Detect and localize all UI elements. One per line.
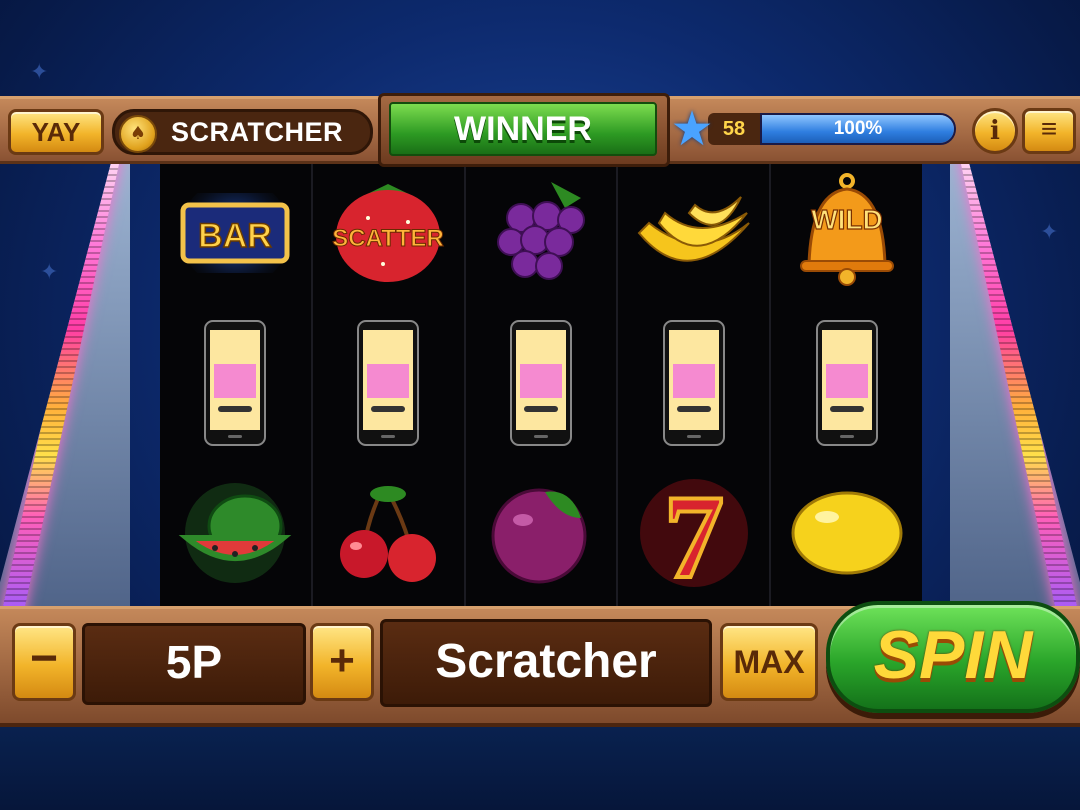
phone-scratcher-symbol — [509, 320, 572, 446]
sparkle-icon: ✦ — [1040, 220, 1059, 245]
reel-grid: BAR SCATTER 7 WILD — [160, 158, 922, 608]
reel-3 — [466, 158, 619, 608]
plum-symbol — [491, 488, 587, 584]
reel-2: SCATTER — [313, 158, 466, 608]
wild-bell-symbol: WILD — [799, 173, 894, 286]
xp-percent: 100% — [833, 118, 883, 139]
scatter-strawberry-symbol: SCATTER — [332, 184, 444, 282]
scratcher-balance[interactable]: ♠ SCRATCHER — [112, 109, 373, 155]
phone-scratcher-symbol — [662, 320, 725, 446]
reel-cell — [618, 308, 769, 458]
reel-cell — [313, 458, 464, 608]
scratcher-label: SCRATCHER — [171, 117, 343, 147]
scatter-symbol-text: SCATTER — [332, 225, 444, 252]
phone-scratcher-symbol — [204, 320, 267, 446]
max-bet-button[interactable]: MAX — [720, 623, 818, 701]
reel-cell — [160, 308, 311, 458]
info-button[interactable]: i — [972, 108, 1018, 154]
winner-frame: WINNER — [378, 93, 670, 167]
cherries-symbol — [340, 486, 437, 582]
bar-symbol-text: BAR — [199, 217, 273, 255]
increase-bet-button[interactable]: + — [310, 623, 374, 701]
star-icon: ★ — [670, 101, 714, 157]
reel-cell: 7 — [618, 458, 769, 608]
led-strip — [0, 150, 122, 620]
bet-value: 5P — [82, 623, 306, 705]
winner-banner: WINNER — [389, 102, 657, 156]
reel-4: 7 — [618, 158, 772, 608]
xp-bar: 100% — [760, 113, 956, 145]
spin-button[interactable]: SPIN — [826, 601, 1080, 713]
reel-cell — [466, 308, 617, 458]
reel-1: BAR — [160, 158, 313, 608]
bottom-bar: − 5P + Scratcher MAX SPIN — [0, 601, 1080, 727]
lemon-symbol — [791, 491, 903, 575]
reel-cell — [771, 308, 922, 458]
phone-scratcher-symbol — [357, 320, 420, 446]
decrease-bet-button[interactable]: − — [12, 623, 76, 701]
reel-cell — [313, 308, 464, 458]
reel-cell — [466, 158, 617, 308]
left-light-column — [0, 150, 130, 620]
reel-5: WILD — [771, 158, 922, 608]
reel-cell — [618, 158, 769, 308]
reel-cell — [771, 458, 922, 608]
wild-symbol-text: WILD — [811, 204, 883, 235]
reel-cell: BAR — [160, 158, 311, 308]
game-name: Scratcher — [380, 619, 712, 707]
bar-symbol: BAR — [180, 193, 291, 273]
phone-scratcher-symbol — [815, 320, 878, 446]
right-light-column — [950, 150, 1080, 620]
banana-symbol — [637, 196, 750, 262]
menu-button[interactable]: ≡ — [1022, 108, 1076, 154]
top-bar: YAY ♠ SCRATCHER WINNER ★ 58 100% i ≡ — [0, 93, 1080, 167]
sparkle-icon: ✦ — [40, 260, 59, 285]
led-strip — [958, 150, 1080, 620]
reel-cell — [160, 458, 311, 608]
reel-cell: WILD — [771, 158, 922, 308]
level-progress: ★ 58 100% — [668, 101, 962, 157]
yay-button[interactable]: YAY — [8, 109, 104, 155]
grapes-symbol — [496, 182, 585, 280]
sparkle-icon: ✦ — [30, 60, 49, 85]
coin-icon: ♠ — [119, 115, 157, 153]
seven-symbol: 7 — [639, 473, 748, 593]
watermelon-symbol — [179, 483, 292, 583]
reel-cell — [466, 458, 617, 608]
reel-cell: SCATTER — [313, 158, 464, 308]
seven-symbol-text: 7 — [664, 473, 724, 593]
